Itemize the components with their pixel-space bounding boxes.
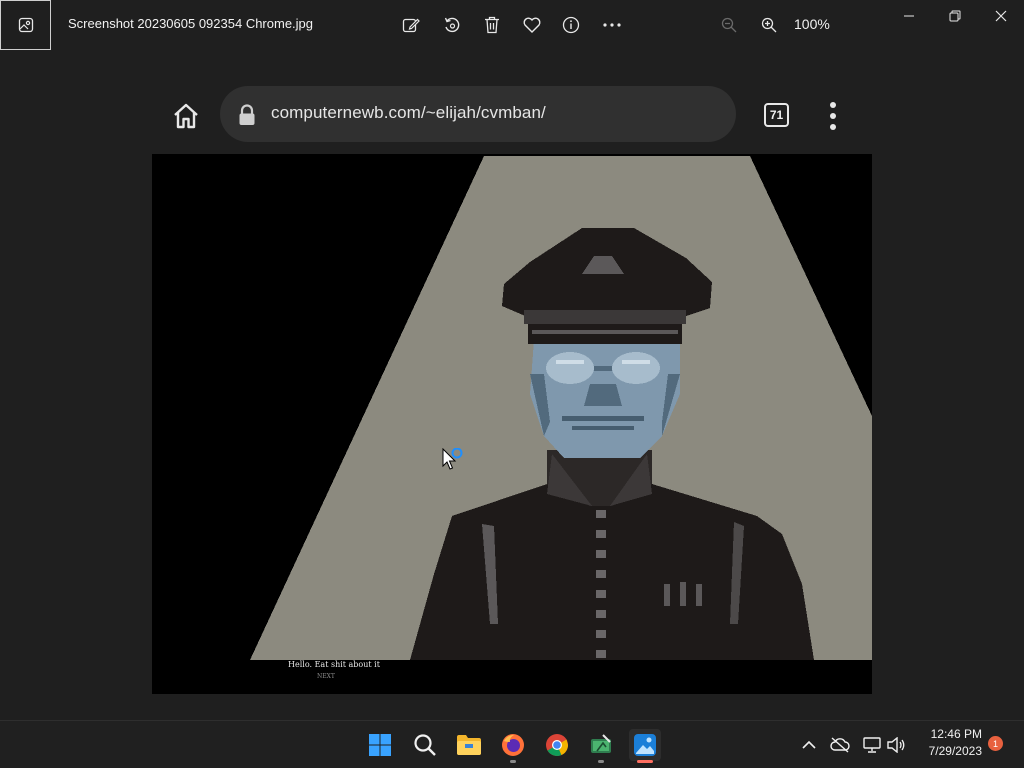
game-artwork bbox=[250, 156, 872, 660]
more-icon[interactable] bbox=[600, 13, 624, 37]
clock-time[interactable]: 12:46 PM bbox=[918, 727, 982, 741]
mouse-cursor-icon bbox=[442, 447, 463, 472]
tab-switcher-button[interactable]: 71 bbox=[764, 103, 789, 127]
clock-date[interactable]: 7/29/2023 bbox=[912, 744, 982, 758]
rotate-icon[interactable] bbox=[440, 13, 464, 37]
file-explorer-icon[interactable] bbox=[453, 729, 485, 761]
zoom-in-icon[interactable] bbox=[757, 13, 781, 37]
browser-toolbar: computernewb.com/~elijah/cvmban/ 71 bbox=[152, 78, 872, 154]
game-next-button[interactable]: NEXT bbox=[317, 673, 335, 680]
home-icon[interactable] bbox=[170, 100, 202, 132]
start-icon[interactable] bbox=[364, 729, 396, 761]
firefox-running-indicator bbox=[510, 760, 516, 763]
close-icon[interactable] bbox=[986, 5, 1016, 27]
minimize-icon[interactable] bbox=[894, 5, 924, 27]
zoom-out-icon[interactable] bbox=[717, 13, 741, 37]
volume-icon[interactable] bbox=[886, 735, 906, 755]
edit-image-icon[interactable] bbox=[399, 13, 423, 37]
photo-editor-icon[interactable] bbox=[585, 729, 617, 763]
url-text[interactable]: computernewb.com/~elijah/cvmban/ bbox=[271, 103, 546, 123]
chevron-up-icon[interactable] bbox=[799, 735, 819, 755]
photos-app-icon[interactable] bbox=[0, 0, 51, 50]
photos-icon[interactable] bbox=[629, 729, 661, 763]
delete-icon[interactable] bbox=[480, 13, 504, 37]
photo-editor-running-indicator bbox=[598, 760, 604, 763]
network-icon[interactable] bbox=[862, 735, 882, 755]
firefox-icon[interactable] bbox=[497, 729, 529, 763]
cloud-offline-icon[interactable] bbox=[830, 735, 850, 755]
lock-icon bbox=[238, 104, 258, 126]
zoom-level[interactable]: 100% bbox=[794, 16, 830, 32]
taskbar bbox=[0, 720, 1024, 768]
web-page-viewport[interactable]: Hello. Eat shit about it NEXT bbox=[152, 154, 872, 694]
photos-running-indicator bbox=[637, 760, 653, 763]
search-icon[interactable] bbox=[409, 729, 441, 761]
game-dialog-text: Hello. Eat shit about it bbox=[288, 660, 380, 669]
info-icon[interactable] bbox=[559, 13, 583, 37]
chrome-icon[interactable] bbox=[541, 729, 573, 761]
title-bar: Screenshot 20230605 092354 Chrome.jpg 10… bbox=[0, 0, 1024, 50]
favorite-icon[interactable] bbox=[520, 13, 544, 37]
restore-icon[interactable] bbox=[940, 5, 970, 27]
address-bar[interactable]: computernewb.com/~elijah/cvmban/ bbox=[220, 86, 736, 142]
notification-badge[interactable]: 1 bbox=[988, 736, 1003, 751]
menu-icon[interactable] bbox=[828, 102, 838, 130]
file-title: Screenshot 20230605 092354 Chrome.jpg bbox=[68, 16, 314, 31]
